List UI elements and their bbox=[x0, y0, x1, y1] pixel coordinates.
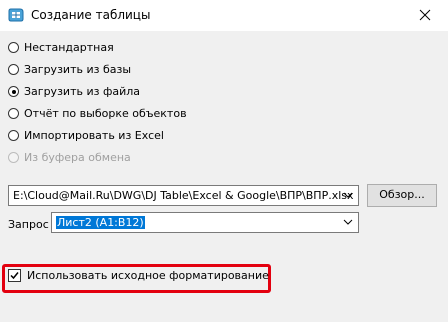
radio-label: Нестандартная bbox=[24, 41, 114, 54]
query-combo[interactable]: Лист2 (A1:B12) bbox=[51, 212, 359, 233]
table-app-icon bbox=[8, 8, 24, 22]
radio-circle[interactable] bbox=[8, 108, 19, 119]
close-icon bbox=[419, 9, 431, 21]
radio-circle[interactable] bbox=[8, 130, 19, 141]
window-title: Создание таблицы bbox=[31, 8, 151, 22]
radio-dot bbox=[11, 89, 16, 94]
query-value: Лист2 (A1:B12) bbox=[56, 216, 145, 230]
title-bar: Создание таблицы bbox=[0, 0, 448, 31]
radio-circle bbox=[8, 152, 19, 163]
query-label: Запрос bbox=[8, 218, 49, 231]
browse-button[interactable]: Обзор... bbox=[367, 184, 437, 207]
radio-label: Импортировать из Excel bbox=[24, 129, 164, 142]
checkbox-box[interactable] bbox=[8, 269, 21, 282]
file-path-value: E:\Cloud@Mail.Ru\DWG\DJ Table\Excel & Go… bbox=[13, 189, 354, 202]
radio-circle[interactable] bbox=[8, 42, 19, 53]
query-selected-text: Лист2 (A1:B12) bbox=[56, 216, 145, 229]
radio-circle[interactable] bbox=[8, 64, 19, 75]
radio-label: Загрузить из файла bbox=[24, 85, 141, 98]
checkmark-icon bbox=[10, 272, 19, 280]
dialog-content: Нестандартная Загрузить из базы Загрузит… bbox=[0, 31, 448, 322]
checkbox-label: Использовать исходное форматирование bbox=[27, 269, 269, 282]
chevron-down-icon[interactable] bbox=[343, 192, 353, 198]
radio-circle-selected[interactable] bbox=[8, 86, 19, 97]
radio-label: Из буфера обмена bbox=[24, 151, 131, 164]
close-button[interactable] bbox=[404, 0, 448, 31]
radio-label: Отчёт по выборке объектов bbox=[24, 107, 187, 120]
radio-label: Загрузить из базы bbox=[24, 63, 132, 76]
chevron-down-icon[interactable] bbox=[343, 219, 353, 225]
file-path-combo[interactable]: E:\Cloud@Mail.Ru\DWG\DJ Table\Excel & Go… bbox=[8, 185, 359, 206]
